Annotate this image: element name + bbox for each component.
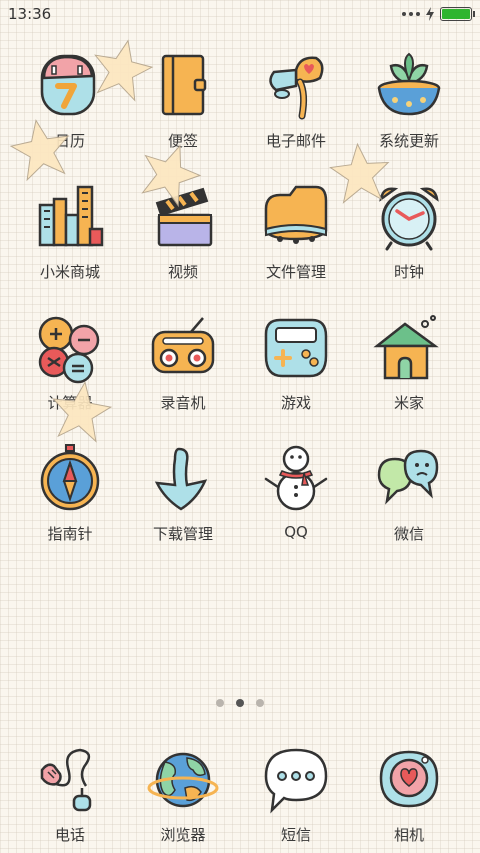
app-download-manager[interactable]: 下载管理 [128, 443, 238, 544]
app-label: 浏览器 [160, 826, 206, 844]
app-label: 小米商城 [39, 263, 100, 281]
status-time: 13:36 [8, 5, 52, 23]
decoration-star-icon [9, 119, 70, 182]
app-mi-store[interactable]: 小米商城 [15, 181, 125, 282]
more-dots-icon [402, 12, 420, 16]
globe-icon [147, 752, 219, 808]
app-games[interactable]: 游戏 [241, 312, 351, 413]
app-label: 指南针 [47, 525, 93, 543]
decoration-star-icon [329, 142, 390, 204]
speech-bubble-icon [264, 748, 328, 814]
app-label: 相机 [393, 826, 424, 844]
battery-icon [440, 7, 475, 21]
app-label: 时钟 [393, 263, 424, 281]
gamepad-icon [264, 318, 328, 378]
dock-app-browser[interactable]: 浏览器 [128, 744, 238, 845]
app-label: 录音机 [160, 394, 206, 412]
charging-icon [426, 7, 434, 21]
radio-recorder-icon [151, 317, 215, 374]
decoration-star-icon [94, 39, 154, 102]
page-dot[interactable] [216, 699, 224, 707]
status-bar: 13:36 [0, 0, 480, 28]
battery-fill [442, 9, 470, 19]
chat-bubbles-icon [377, 449, 439, 505]
app-recorder[interactable]: 录音机 [128, 312, 238, 413]
notes-icon [161, 54, 207, 116]
app-mijia[interactable]: 米家 [354, 312, 464, 413]
page-indicator [0, 699, 480, 707]
app-label: 微信 [393, 525, 424, 543]
calculator-icon [38, 316, 100, 384]
dock-app-messages[interactable]: 短信 [241, 744, 351, 845]
phone-icon [40, 748, 92, 812]
app-label: 下载管理 [152, 525, 213, 543]
app-email[interactable]: 电子邮件 [241, 50, 351, 151]
house-icon [373, 315, 439, 380]
app-label: 视频 [167, 263, 198, 281]
app-label: 电话 [54, 826, 85, 844]
compass-icon [40, 444, 100, 511]
app-system-update[interactable]: 系统更新 [354, 50, 464, 151]
app-qq[interactable]: QQ [241, 443, 351, 541]
app-compass[interactable]: 指南针 [15, 443, 125, 544]
snowman-icon [264, 445, 328, 511]
update-bowl-icon [377, 52, 441, 116]
app-label: 短信 [280, 826, 311, 844]
download-arrow-icon [154, 447, 208, 511]
dock-app-camera[interactable]: 相机 [354, 744, 464, 845]
app-label: 文件管理 [265, 263, 326, 281]
folder-icon [264, 185, 328, 244]
page-dot[interactable] [256, 699, 264, 707]
page-dot[interactable] [236, 699, 244, 707]
decoration-star-icon [52, 380, 113, 443]
mailbox-icon [269, 56, 324, 120]
store-city-icon [38, 185, 104, 247]
app-label: 游戏 [280, 394, 311, 412]
dock-app-phone[interactable]: 电话 [15, 744, 125, 845]
camera-heart-icon [379, 750, 439, 808]
app-wechat[interactable]: 微信 [354, 443, 464, 544]
app-label: QQ [284, 523, 308, 541]
app-label: 米家 [393, 394, 424, 412]
status-icons [402, 5, 475, 23]
